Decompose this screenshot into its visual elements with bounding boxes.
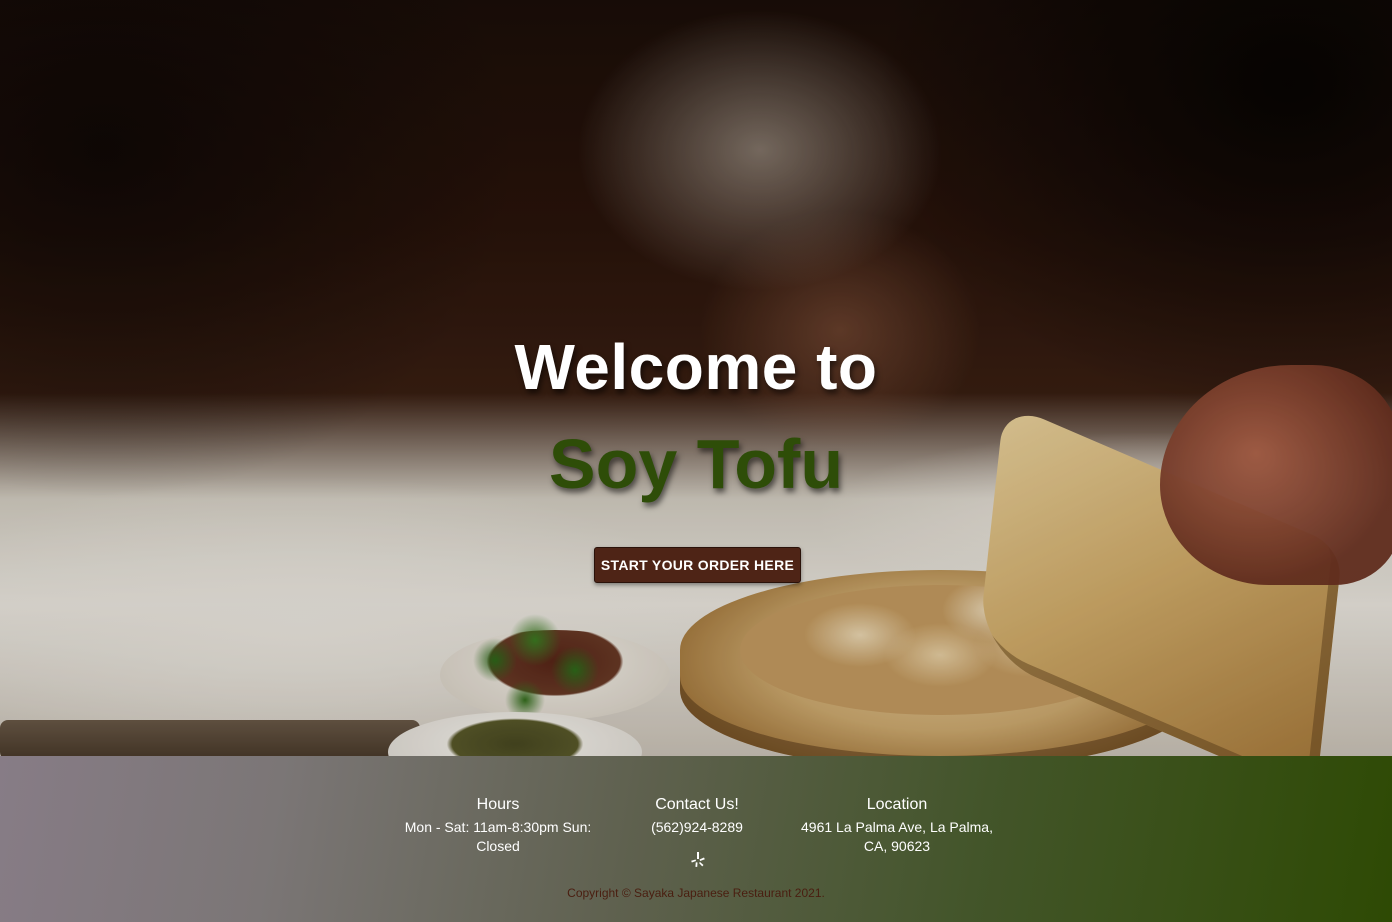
footer-contact: Contact Us! (562)924-8289	[612, 796, 782, 837]
contact-heading: Contact Us!	[655, 796, 739, 813]
yelp-link[interactable]	[688, 850, 708, 870]
hero-content: Welcome to Soy Tofu START YOUR ORDER HER…	[0, 0, 1392, 756]
hours-heading: Hours	[476, 796, 520, 813]
start-order-button[interactable]: START YOUR ORDER HERE	[594, 547, 801, 583]
hero-section: Welcome to Soy Tofu START YOUR ORDER HER…	[0, 0, 1392, 756]
copyright-text: Copyright © Sayaka Japanese Restaurant 2…	[567, 886, 825, 900]
page: Welcome to Soy Tofu START YOUR ORDER HER…	[0, 0, 1392, 922]
yelp-icon	[691, 852, 705, 867]
footer-location: Location 4961 La Palma Ave, La Palma, CA…	[792, 796, 1002, 856]
brand-name-heading: Soy Tofu	[548, 425, 844, 503]
location-heading: Location	[866, 796, 928, 813]
footer: Hours Mon - Sat: 11am-8:30pm Sun: Closed…	[0, 756, 1392, 922]
footer-hours: Hours Mon - Sat: 11am-8:30pm Sun: Closed	[398, 796, 598, 856]
hours-text: Mon - Sat: 11am-8:30pm Sun: Closed	[404, 819, 592, 854]
welcome-heading: Welcome to	[514, 331, 878, 403]
location-address: 4961 La Palma Ave, La Palma, CA, 90623	[801, 819, 993, 854]
contact-phone[interactable]: (562)924-8289	[612, 818, 782, 837]
